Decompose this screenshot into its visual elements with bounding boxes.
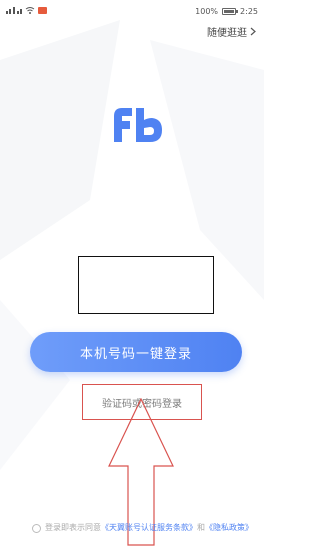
code-or-password-login-link[interactable]: 验证码或密码登录 — [82, 384, 202, 420]
status-right: 100% 2:25 — [195, 7, 258, 16]
agreement-middle: 和 — [197, 523, 205, 532]
status-icons — [6, 6, 50, 15]
annotation-box — [78, 256, 214, 314]
agreement: 登录即表示同意《天翼账号认证服务条款》和《隐私政策》 — [32, 522, 260, 534]
chevron-right-icon — [250, 27, 256, 36]
agree-radio[interactable] — [32, 524, 41, 533]
skip-button[interactable]: 随便逛逛 — [207, 24, 256, 39]
signal-icon — [6, 7, 47, 14]
skip-label: 随便逛逛 — [207, 28, 247, 39]
privacy-link[interactable]: 《隐私政策》 — [205, 523, 253, 532]
alt-login-label: 验证码或密码登录 — [102, 398, 182, 410]
one-click-login-button[interactable]: 本机号码一键登录 — [30, 332, 242, 372]
agreement-text: 登录即表示同意《天翼账号认证服务条款》和《隐私政策》 — [45, 522, 253, 534]
battery-level — [224, 10, 235, 13]
service-terms-link[interactable]: 《天翼账号认证服务条款》 — [101, 523, 197, 532]
agreement-prefix: 登录即表示同意 — [45, 523, 101, 532]
battery-icon — [222, 8, 239, 15]
app-logo — [114, 108, 162, 142]
status-bar: 100% 2:25 — [0, 0, 264, 22]
battery-percent: 100% — [195, 7, 219, 16]
clock: 2:25 — [240, 7, 258, 16]
